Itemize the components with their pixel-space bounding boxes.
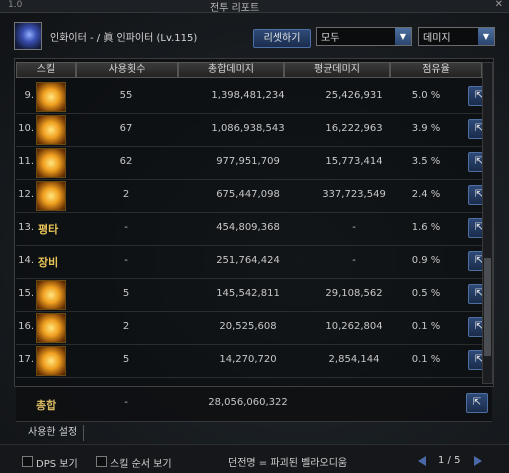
summary-count: - bbox=[124, 397, 128, 408]
row-rank: 17. bbox=[18, 354, 34, 365]
table-row: 14. 장비 -251,764,424-0.9 % ⇱ bbox=[16, 245, 490, 279]
row-rank: 9. bbox=[24, 90, 34, 101]
filter-select-metric-value: 데미지 bbox=[423, 33, 451, 44]
total-damage: 145,542,811 bbox=[216, 288, 280, 299]
version-label: 1.0 bbox=[8, 0, 23, 10]
usage-count: 5 bbox=[122, 354, 130, 365]
total-damage: 454,809,368 bbox=[216, 222, 280, 233]
skill-icon bbox=[36, 280, 66, 310]
column-header-total[interactable]: 총합데미지 bbox=[178, 62, 284, 78]
skill-name: 평타 bbox=[38, 223, 59, 236]
chevron-down-icon[interactable]: ▼ bbox=[478, 28, 494, 45]
usage-count: 55 bbox=[119, 90, 133, 101]
share-percent: 0.1 % bbox=[411, 321, 441, 332]
next-page-icon[interactable] bbox=[474, 456, 482, 466]
title-bar: 1.0 전투 리포트 ✕ bbox=[0, 0, 509, 14]
filter-select-type-value: 모두 bbox=[321, 33, 340, 44]
column-header-share[interactable]: 점유율 bbox=[390, 62, 482, 78]
table-row: 13. 평타 -454,809,368-1.6 % ⇱ bbox=[16, 212, 490, 246]
row-rank: 16. bbox=[18, 321, 34, 332]
share-percent: 3.5 % bbox=[411, 156, 441, 167]
share-percent: 5.0 % bbox=[411, 90, 441, 101]
table-row: 17. 5 14,270,720 2,854,144 0.1 % ⇱ bbox=[16, 344, 490, 378]
average-damage: 25,426,931 bbox=[325, 90, 383, 101]
share-percent: 1.6 % bbox=[411, 222, 441, 233]
skill-icon bbox=[36, 148, 66, 178]
table-row: 10. 67 1,086,938,543 16,222,963 3.9 % ⇱ bbox=[16, 113, 490, 147]
usage-count: 2 bbox=[122, 321, 130, 332]
share-icon-button[interactable]: ⇱ bbox=[466, 393, 488, 413]
skill-icon bbox=[36, 181, 66, 211]
scrollbar-thumb[interactable] bbox=[484, 258, 491, 356]
average-damage: - bbox=[352, 222, 356, 233]
table-row: 12. 2 675,447,098 337,723,549 2.4 % ⇱ bbox=[16, 179, 490, 213]
skill-order-checkbox-label: 스킬 순서 보기 bbox=[110, 459, 172, 470]
filter-select-type[interactable]: 모두 ▼ bbox=[316, 27, 412, 46]
row-rank: 15. bbox=[18, 288, 34, 299]
skill-icon bbox=[36, 115, 66, 145]
tab-settings[interactable]: 사용한 설정 bbox=[22, 425, 85, 441]
total-damage: 977,951,709 bbox=[216, 156, 280, 167]
total-damage: 1,398,481,234 bbox=[211, 90, 285, 101]
character-name: 인화이터 - / 眞 인파이터 (Lv.115) bbox=[50, 33, 198, 44]
total-damage: 1,086,938,543 bbox=[211, 123, 285, 134]
skill-order-checkbox[interactable] bbox=[96, 456, 107, 467]
total-damage: 675,447,098 bbox=[216, 189, 280, 200]
close-icon[interactable]: ✕ bbox=[495, 0, 503, 10]
row-rank: 14. bbox=[18, 255, 34, 266]
summary-label: 총합 bbox=[36, 399, 57, 412]
share-percent: 3.9 % bbox=[411, 123, 441, 134]
usage-count: - bbox=[124, 222, 128, 233]
row-rank: 13. bbox=[18, 222, 34, 233]
summary-total: 28,056,060,322 bbox=[208, 397, 288, 408]
usage-count: - bbox=[124, 255, 128, 266]
skill-icon bbox=[36, 313, 66, 343]
row-rank: 12. bbox=[18, 189, 34, 200]
table-row: 16. 2 20,525,608 10,262,804 0.1 % ⇱ bbox=[16, 311, 490, 345]
filter-select-metric[interactable]: 데미지 ▼ bbox=[418, 27, 495, 46]
skill-icon bbox=[36, 346, 66, 376]
dps-checkbox[interactable] bbox=[22, 456, 33, 467]
average-damage: 337,723,549 bbox=[322, 189, 386, 200]
reset-button[interactable]: 리셋하기 bbox=[253, 29, 311, 48]
row-rank: 10. bbox=[18, 123, 34, 134]
table-row: 9. 55 1,398,481,234 25,426,931 5.0 % ⇱ bbox=[16, 80, 490, 114]
total-damage: 20,525,608 bbox=[219, 321, 277, 332]
skill-icon bbox=[36, 82, 66, 112]
table-row: 11. 62 977,951,709 15,773,414 3.5 % ⇱ bbox=[16, 146, 490, 180]
page-indicator: 1 / 5 bbox=[438, 455, 461, 466]
row-rank: 11. bbox=[18, 156, 34, 167]
total-damage: 251,764,424 bbox=[216, 255, 280, 266]
usage-count: 62 bbox=[119, 156, 133, 167]
usage-count: 67 bbox=[119, 123, 133, 134]
total-damage: 14,270,720 bbox=[219, 354, 277, 365]
prev-page-icon[interactable] bbox=[418, 456, 426, 466]
average-damage: 10,262,804 bbox=[325, 321, 383, 332]
footer-bar: DPS 보기 스킬 순서 보기 던전명 = 파괴된 벨라오디움 1 / 5 bbox=[0, 444, 509, 473]
column-header-skill[interactable]: 스킬 bbox=[16, 62, 76, 78]
share-percent: 0.5 % bbox=[411, 288, 441, 299]
usage-count: 5 bbox=[122, 288, 130, 299]
table-row: 15. 5 145,542,811 29,108,562 0.5 % ⇱ bbox=[16, 278, 490, 312]
usage-count: 2 bbox=[122, 189, 130, 200]
share-percent: 2.4 % bbox=[411, 189, 441, 200]
chevron-down-icon[interactable]: ▼ bbox=[395, 28, 411, 45]
average-damage: 29,108,562 bbox=[325, 288, 383, 299]
column-header-average[interactable]: 평균데미지 bbox=[284, 62, 390, 78]
average-damage: 2,854,144 bbox=[328, 354, 380, 365]
average-damage: 15,773,414 bbox=[325, 156, 383, 167]
dungeon-name: 던전명 = 파괴된 벨라오디움 bbox=[228, 458, 348, 469]
dps-checkbox-label: DPS 보기 bbox=[36, 459, 78, 470]
scrollbar[interactable] bbox=[482, 62, 493, 384]
share-percent: 0.9 % bbox=[411, 255, 441, 266]
character-avatar bbox=[14, 22, 42, 50]
column-header-count[interactable]: 사용횟수 bbox=[76, 62, 178, 78]
skill-name: 장비 bbox=[38, 256, 59, 269]
average-damage: 16,222,963 bbox=[325, 123, 383, 134]
summary-row: 총합 - 28,056,060,322 ⇱ bbox=[16, 386, 492, 421]
window-title: 전투 리포트 bbox=[210, 3, 260, 14]
share-percent: 0.1 % bbox=[411, 354, 441, 365]
tab-bar: 사용한 설정 bbox=[16, 421, 492, 444]
average-damage: - bbox=[352, 255, 356, 266]
